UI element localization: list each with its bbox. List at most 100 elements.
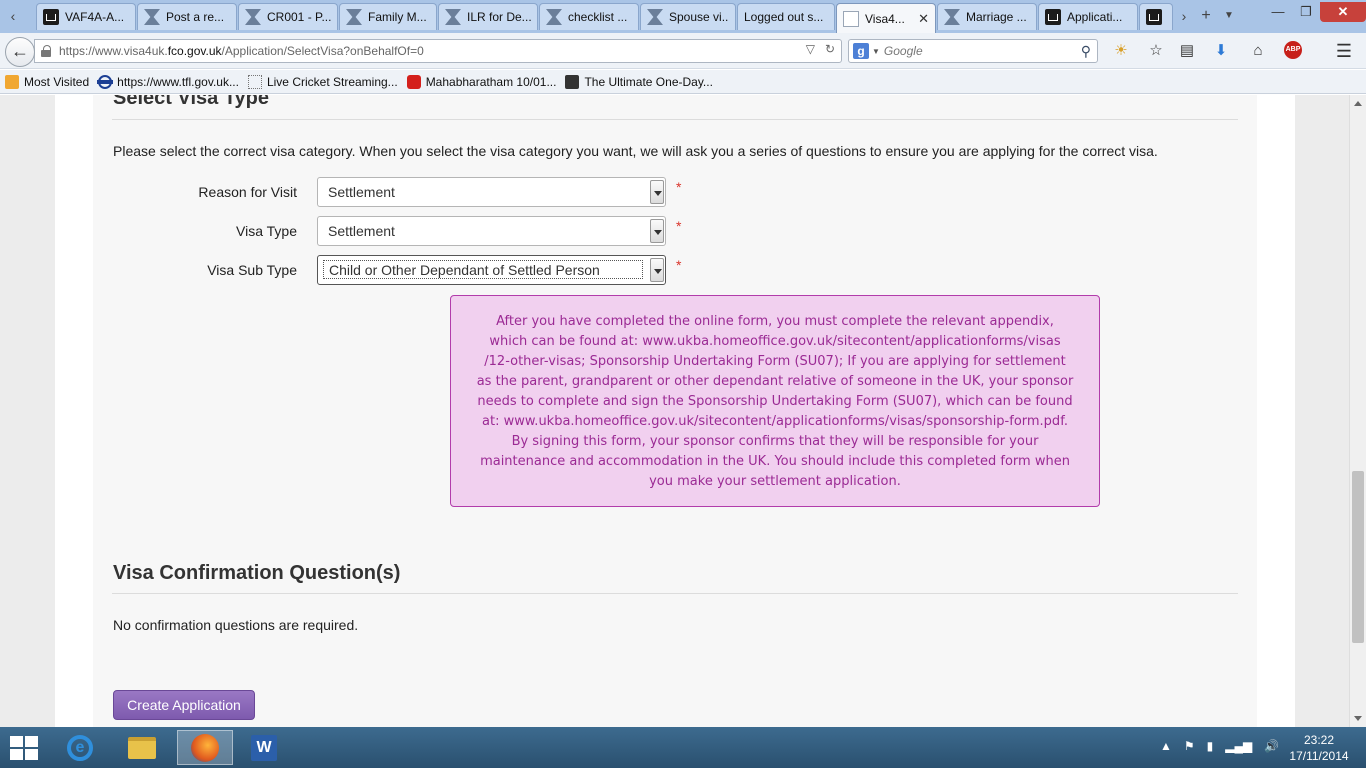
- bookmark-tfl[interactable]: https://www.tfl.gov.uk...: [97, 74, 239, 89]
- url-bar[interactable]: https://www.visa4uk.fco.gov.uk/Applicati…: [34, 39, 842, 63]
- tab-title: Visa4...: [865, 11, 905, 26]
- bookmark-label: Live Cricket Streaming...: [266, 74, 398, 89]
- reading-list-icon[interactable]: ▤: [1177, 41, 1197, 61]
- bookmark-mahabharatham[interactable]: Mahabharatham 10/01...: [406, 74, 556, 89]
- tab-title: ILR for De...: [467, 10, 531, 24]
- visa-type-label: Visa Type: [236, 223, 297, 239]
- arrow-icon: [944, 9, 960, 25]
- adblock-icon[interactable]: ABP: [1284, 41, 1304, 61]
- menu-icon[interactable]: ☰: [1334, 41, 1354, 61]
- select-visa-title: Select Visa Type: [113, 95, 270, 109]
- tab-title: VAF4A-A...: [65, 10, 125, 24]
- dropdown-arrow-icon[interactable]: [650, 180, 664, 204]
- restore-icon[interactable]: ❐: [1292, 2, 1320, 22]
- window-close-icon[interactable]: ✕: [1320, 2, 1366, 22]
- show-hidden-icons-icon[interactable]: ▲: [1160, 739, 1172, 753]
- minimize-icon[interactable]: —: [1264, 2, 1292, 22]
- vertical-scrollbar[interactable]: [1349, 95, 1366, 727]
- youtube-icon: [406, 74, 421, 89]
- required-marker: *: [676, 218, 682, 234]
- tab-11[interactable]: s: [1139, 3, 1173, 30]
- windows-start-icon[interactable]: [10, 736, 38, 760]
- action-center-flag-icon[interactable]: ⚑: [1184, 739, 1195, 753]
- dropdown-arrow-icon[interactable]: [650, 258, 664, 282]
- tab-title: Marriage ...: [966, 10, 1027, 24]
- url-text: https://www.visa4uk.fco.gov.uk/Applicati…: [59, 44, 424, 58]
- downloads-icon[interactable]: ⬇: [1211, 41, 1231, 61]
- url-prefix: https://www.visa4uk.: [59, 44, 168, 58]
- no-questions-text: No confirmation questions are required.: [113, 617, 359, 633]
- create-application-button[interactable]: Create Application: [113, 690, 255, 720]
- addon-icon[interactable]: ☀: [1111, 41, 1131, 61]
- back-button[interactable]: ←: [5, 37, 35, 67]
- required-marker: *: [676, 179, 682, 195]
- tab-2[interactable]: CR001 - P...: [238, 3, 338, 30]
- url-dropdown-icon[interactable]: ▽: [806, 42, 815, 56]
- google-icon[interactable]: g: [853, 43, 869, 59]
- dropdown-arrow-icon[interactable]: [650, 219, 664, 243]
- confirmation-title: Visa Confirmation Question(s): [113, 562, 401, 584]
- url-domain: fco.gov.uk: [167, 44, 222, 58]
- search-icon[interactable]: ⚲: [1081, 43, 1091, 60]
- tab-title: Post a re...: [166, 10, 225, 24]
- tab-1[interactable]: Post a re...: [137, 3, 237, 30]
- visa-sub-type-label: Visa Sub Type: [207, 262, 297, 278]
- battery-icon[interactable]: ▮: [1207, 739, 1214, 753]
- tab-10[interactable]: Applicati...: [1038, 3, 1138, 30]
- info-line: By signing this form, your sponsor confi…: [511, 434, 1039, 449]
- bookmark-live-cricket[interactable]: Live Cricket Streaming...: [247, 74, 398, 89]
- reload-icon[interactable]: ↻: [825, 42, 835, 56]
- tab-3[interactable]: Family M...: [339, 3, 437, 30]
- tab-8-active[interactable]: Visa4... ✕: [836, 3, 936, 33]
- search-placeholder[interactable]: Google: [884, 44, 1081, 58]
- arrow-icon: [647, 9, 663, 25]
- new-tab-icon[interactable]: +: [1195, 5, 1217, 27]
- tab-scroll-right-icon[interactable]: ›: [1173, 5, 1195, 27]
- visa-type-select[interactable]: Settlement: [317, 216, 666, 246]
- info-line: as the parent, grandparent or other depe…: [476, 374, 1074, 389]
- tab-title: Logged out s...: [744, 10, 824, 24]
- taskbar-firefox[interactable]: [177, 730, 233, 765]
- taskbar-word[interactable]: W: [236, 730, 292, 765]
- arrow-icon: [546, 9, 562, 25]
- network-signal-icon[interactable]: ▂▄▆: [1225, 739, 1252, 753]
- home-icon[interactable]: ⌂: [1248, 41, 1268, 61]
- scroll-up-icon[interactable]: [1354, 101, 1362, 106]
- info-line: /12-other-visas; Sponsorship Undertaking…: [484, 354, 1066, 369]
- tab-scroll-left-icon[interactable]: ‹: [2, 5, 24, 27]
- url-path: /Application/SelectVisa?onBehalfOf=0: [221, 44, 424, 58]
- crown-icon: [43, 9, 59, 25]
- tab-title: CR001 - P...: [267, 10, 331, 24]
- tab-close-icon[interactable]: ✕: [918, 11, 929, 27]
- volume-icon[interactable]: 🔊: [1264, 739, 1279, 753]
- tab-4[interactable]: ILR for De...: [438, 3, 538, 30]
- tab-9[interactable]: Marriage ...: [937, 3, 1037, 30]
- reason-for-visit-select[interactable]: Settlement: [317, 177, 666, 207]
- search-engine-caret-icon[interactable]: ▼: [872, 47, 880, 56]
- reason-for-visit-label: Reason for Visit: [198, 184, 297, 200]
- bookmark-most-visited[interactable]: Most Visited: [5, 74, 90, 89]
- tab-title: Family M...: [368, 10, 427, 24]
- search-bar[interactable]: g ▼ Google ⚲: [848, 39, 1098, 63]
- bookmarks-bar: Most Visited https://www.tfl.gov.uk... L…: [0, 70, 1366, 94]
- tab-list-icon[interactable]: ▼: [1218, 5, 1240, 27]
- taskbar-file-explorer[interactable]: [114, 730, 170, 765]
- scrollbar-thumb[interactable]: [1352, 471, 1364, 643]
- tab-0[interactable]: VAF4A-A...: [36, 3, 136, 30]
- bookmark-label: Most Visited: [24, 74, 90, 89]
- visa-sub-type-select[interactable]: Child or Other Dependant of Settled Pers…: [317, 255, 666, 285]
- tab-5[interactable]: checklist ...: [539, 3, 639, 30]
- tab-6[interactable]: Spouse vi...: [640, 3, 736, 30]
- info-line: needs to complete and sign the Sponsorsh…: [477, 394, 1073, 409]
- blank-page-icon: [247, 74, 262, 89]
- tab-7[interactable]: Logged out s...: [737, 3, 835, 30]
- taskbar-internet-explorer[interactable]: e: [52, 730, 108, 765]
- scroll-down-icon[interactable]: [1354, 716, 1362, 721]
- appendix-info-box: After you have completed the online form…: [450, 295, 1100, 507]
- tab-title: checklist ...: [568, 10, 628, 24]
- info-line: After you have completed the online form…: [496, 314, 1054, 329]
- divider: [112, 119, 1238, 120]
- bookmark-star-icon[interactable]: ☆: [1146, 41, 1166, 61]
- bookmark-ultimate-one-day[interactable]: The Ultimate One-Day...: [565, 74, 713, 89]
- taskbar-clock[interactable]: 23:22 17/11/2014: [1285, 732, 1353, 764]
